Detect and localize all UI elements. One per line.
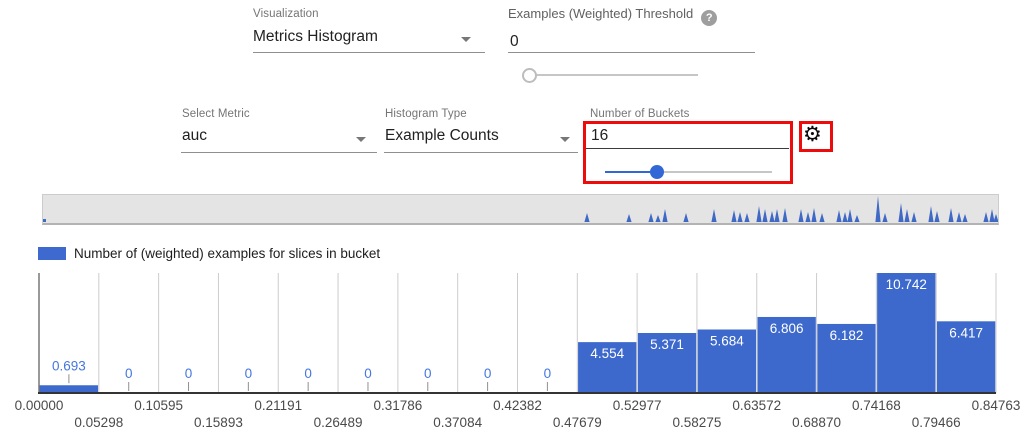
legend-label: Number of (weighted) examples for slices… [74, 246, 380, 261]
visualization-value: Metrics Histogram [253, 28, 378, 45]
overview-spikes [43, 195, 998, 223]
help-icon[interactable]: ? [701, 10, 717, 26]
svg-text:6.417: 6.417 [949, 325, 983, 340]
chevron-down-icon [356, 137, 366, 142]
visualization-label: Visualization [253, 8, 319, 20]
settings-gear-icon[interactable]: ⚙ [803, 123, 822, 145]
svg-text:6.182: 6.182 [830, 328, 864, 343]
threshold-input[interactable]: 0 [510, 33, 519, 51]
svg-text:0.42382: 0.42382 [493, 398, 542, 413]
histogram-type-label: Histogram Type [385, 108, 467, 120]
histogram-overview-strip[interactable] [42, 194, 999, 225]
highlight-box-buckets [583, 121, 793, 184]
svg-text:4.554: 4.554 [590, 346, 624, 361]
select-metric-value: auc [182, 127, 207, 144]
svg-text:0: 0 [364, 366, 372, 381]
svg-text:0.79466: 0.79466 [912, 415, 961, 430]
legend-swatch [38, 247, 66, 260]
svg-text:0.21191: 0.21191 [254, 398, 302, 413]
select-metric-underline [181, 152, 377, 153]
svg-text:0: 0 [185, 366, 193, 381]
svg-text:0.05298: 0.05298 [74, 415, 123, 430]
svg-text:0: 0 [424, 366, 432, 381]
chevron-down-icon [461, 37, 471, 42]
svg-text:0: 0 [304, 366, 312, 381]
svg-text:0: 0 [245, 366, 253, 381]
threshold-slider-handle[interactable] [522, 68, 537, 83]
svg-text:0.74168: 0.74168 [852, 398, 901, 413]
threshold-label: Examples (Weighted) Threshold [508, 6, 693, 21]
svg-text:0.68870: 0.68870 [792, 415, 841, 430]
select-metric-label: Select Metric [182, 108, 250, 120]
svg-text:0.84763: 0.84763 [972, 398, 1021, 413]
svg-text:0: 0 [125, 366, 133, 381]
svg-text:5.684: 5.684 [710, 334, 744, 349]
number-of-buckets-input[interactable]: 16 [591, 127, 608, 145]
buckets-slider-handle[interactable] [650, 165, 664, 179]
svg-text:6.806: 6.806 [770, 321, 804, 336]
svg-text:0.15893: 0.15893 [194, 415, 243, 430]
svg-text:0.26489: 0.26489 [314, 415, 363, 430]
svg-text:10.742: 10.742 [886, 277, 927, 292]
histogram-type-underline [384, 152, 578, 153]
svg-text:0.37084: 0.37084 [433, 415, 482, 430]
histogram-type-value: Example Counts [385, 127, 499, 144]
svg-text:0.00000: 0.00000 [15, 398, 64, 413]
svg-text:0: 0 [544, 366, 552, 381]
svg-text:0.47679: 0.47679 [553, 415, 602, 430]
svg-text:0.52977: 0.52977 [613, 398, 662, 413]
svg-text:5.371: 5.371 [650, 337, 684, 352]
threshold-underline [508, 52, 755, 53]
histogram-type-dropdown[interactable]: Example Counts [385, 127, 578, 152]
svg-text:0.693: 0.693 [52, 358, 86, 373]
metrics-histogram-chart: 0.00000 0.05298 0.10595 0.15893 0.21191 0.264… [0, 263, 1024, 432]
select-metric-dropdown[interactable]: auc [182, 127, 377, 152]
visualization-underline [253, 52, 485, 53]
svg-text:0: 0 [484, 366, 492, 381]
number-of-buckets-underline [586, 148, 789, 149]
threshold-slider-track[interactable] [528, 74, 698, 76]
chevron-down-icon [560, 137, 570, 142]
svg-text:0.63572: 0.63572 [732, 398, 781, 413]
visualization-dropdown[interactable]: Metrics Histogram [253, 28, 485, 53]
number-of-buckets-label: Number of Buckets [590, 108, 690, 120]
svg-text:0.58275: 0.58275 [673, 415, 722, 430]
svg-text:0.31786: 0.31786 [373, 398, 422, 413]
svg-text:0.10595: 0.10595 [134, 398, 183, 413]
